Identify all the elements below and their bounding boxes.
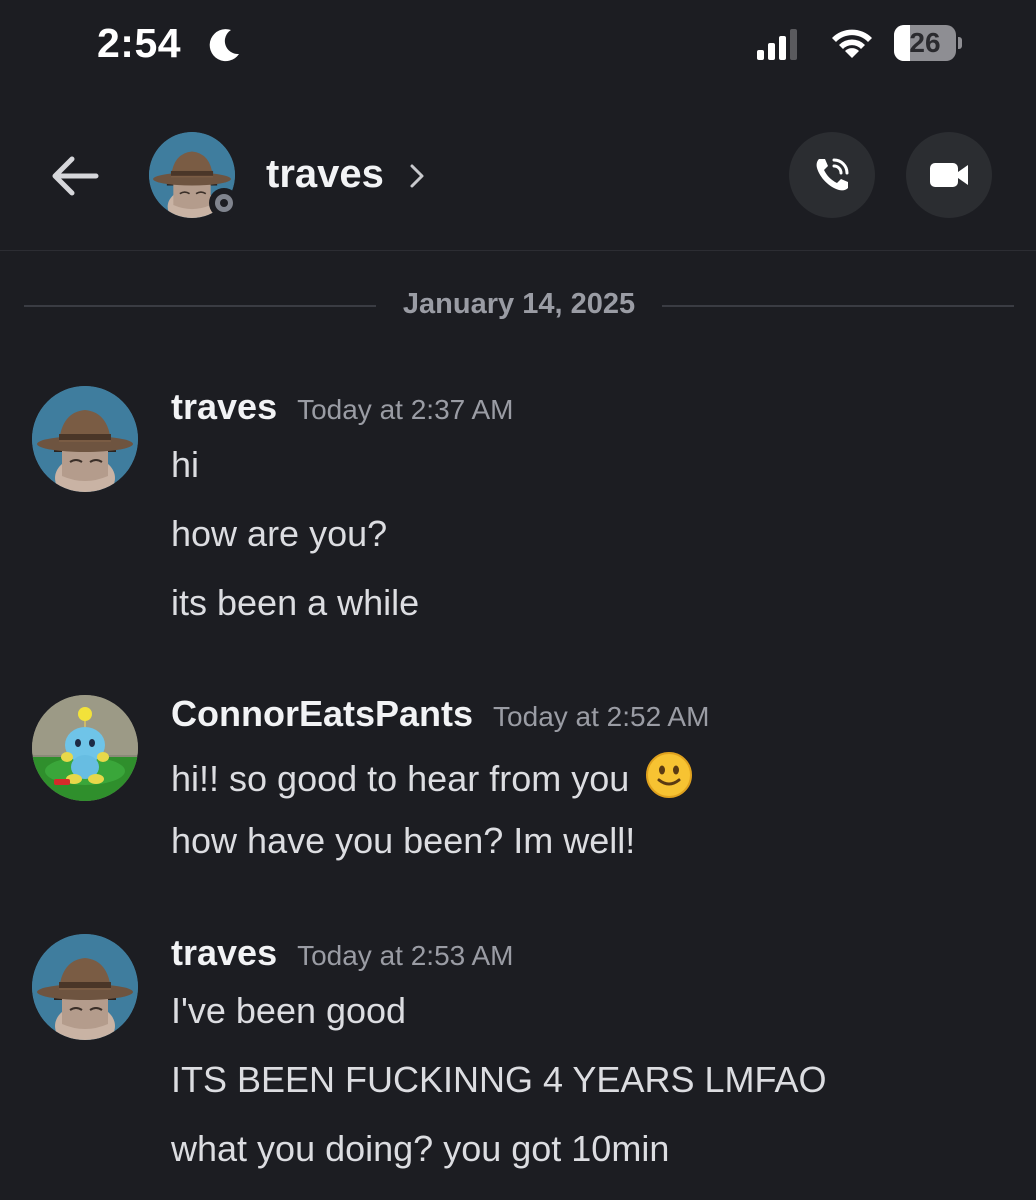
message-text[interactable]: ITS BEEN FUCKINNG 4 YEARS LMFAO bbox=[171, 1059, 827, 1101]
dm-header: traves bbox=[0, 100, 1036, 251]
battery-indicator: 26 bbox=[894, 25, 964, 63]
moon-icon bbox=[209, 29, 239, 62]
message-text[interactable]: hi!! so good to hear from you bbox=[171, 751, 693, 800]
message-text-content: hi!! so good to hear from you bbox=[171, 758, 630, 799]
battery-percent: 26 bbox=[909, 27, 941, 58]
message-header: traves Today at 2:37 AM bbox=[171, 386, 513, 428]
offline-status-indicator bbox=[209, 188, 239, 218]
arrow-left-icon[interactable] bbox=[44, 145, 106, 207]
message-header: ConnorEatsPants Today at 2:52 AM bbox=[171, 693, 709, 735]
date-divider: January 14, 2025 bbox=[24, 286, 1014, 326]
video-call-button[interactable] bbox=[906, 132, 992, 218]
message-timestamp: Today at 2:53 AM bbox=[297, 940, 514, 971]
message-text[interactable]: what you doing? you got 10min bbox=[171, 1128, 669, 1170]
cellular-signal-icon bbox=[757, 29, 797, 60]
avatar[interactable] bbox=[32, 386, 138, 492]
contact-name[interactable]: traves bbox=[266, 152, 384, 197]
status-clock: 2:54 bbox=[97, 20, 182, 66]
message-text[interactable]: how are you? bbox=[171, 513, 387, 555]
author-name[interactable]: ConnorEatsPants bbox=[171, 693, 473, 734]
message-text[interactable]: I've been good bbox=[171, 990, 406, 1032]
divider-line-left bbox=[24, 305, 376, 307]
message-timestamp: Today at 2:37 AM bbox=[297, 394, 514, 425]
message-header: traves Today at 2:53 AM bbox=[171, 932, 513, 974]
status-bar: 2:54 26 bbox=[0, 0, 1036, 90]
message-text[interactable]: its been a while bbox=[171, 582, 419, 624]
author-name[interactable]: traves bbox=[171, 386, 277, 427]
chevron-right-icon[interactable] bbox=[408, 162, 426, 190]
message-text[interactable]: how have you been? Im well! bbox=[171, 820, 635, 862]
contact-avatar[interactable] bbox=[149, 132, 239, 218]
author-name[interactable]: traves bbox=[171, 932, 277, 973]
date-divider-label: January 14, 2025 bbox=[402, 288, 636, 320]
avatar[interactable] bbox=[32, 695, 138, 801]
message-text[interactable]: hi bbox=[171, 444, 199, 486]
video-camera-icon bbox=[930, 163, 968, 187]
voice-call-button[interactable] bbox=[789, 132, 875, 218]
divider-line-right bbox=[662, 305, 1014, 307]
message-timestamp: Today at 2:52 AM bbox=[493, 701, 710, 732]
wifi-icon bbox=[832, 29, 872, 58]
phone-call-icon bbox=[816, 158, 849, 191]
slightly-smiling-face-icon bbox=[646, 752, 693, 798]
avatar[interactable] bbox=[32, 934, 138, 1040]
